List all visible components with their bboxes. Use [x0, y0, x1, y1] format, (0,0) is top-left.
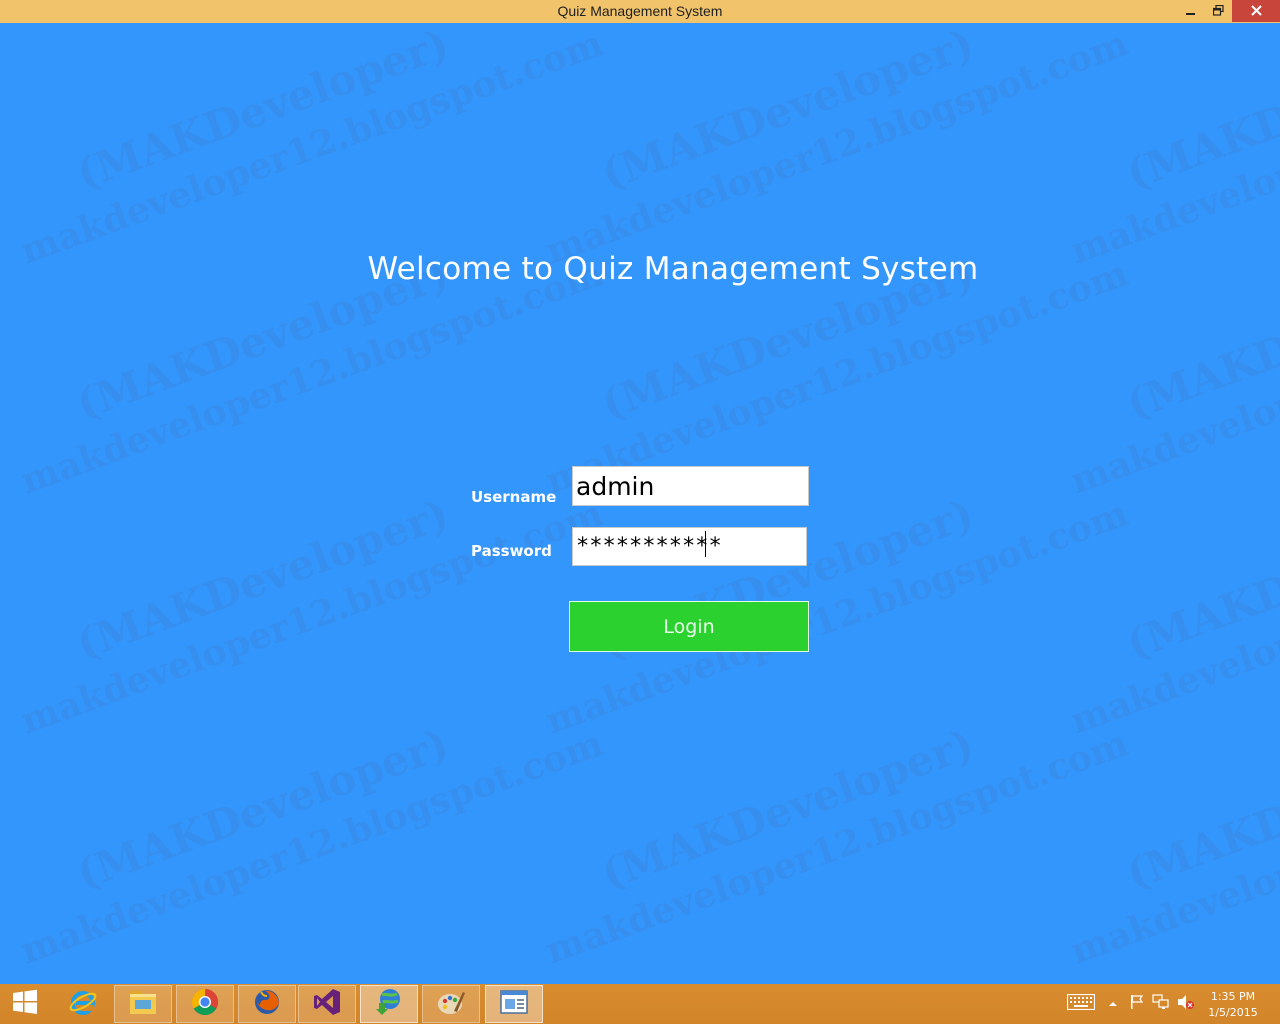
- welcome-heading: Welcome to Quiz Management System: [367, 251, 979, 287]
- internet-explorer-icon: [68, 987, 98, 1022]
- taskbar: 1:35 PM 1/5/2015: [0, 984, 1280, 1024]
- show-hidden-icons-button[interactable]: [1106, 994, 1120, 1014]
- chevron-up-icon: [1108, 995, 1118, 1013]
- text-caret: [705, 531, 706, 557]
- windows-logo-icon: [12, 989, 38, 1020]
- network-icon: [1152, 993, 1170, 1015]
- action-center-button[interactable]: [1128, 994, 1146, 1014]
- watermark-text: (MAKDeveloper): [1120, 23, 1280, 200]
- taskbar-item-internet-explorer[interactable]: [54, 985, 112, 1023]
- watermark-text: (MAKDeveloper): [70, 23, 455, 200]
- watermark-text: (MAKDeveloper): [1120, 719, 1280, 900]
- watermark-text: makdeveloper12.blogspot.com: [1065, 23, 1280, 273]
- password-input[interactable]: [572, 527, 807, 566]
- volume-muted-icon: [1177, 994, 1195, 1015]
- taskbar-item-firefox[interactable]: [238, 985, 296, 1023]
- watermark-text: makdeveloper12.blogspot.com: [540, 722, 1134, 973]
- login-form-area: (MAKDeveloper) makdeveloper12.blogspot.c…: [0, 23, 1280, 984]
- touch-keyboard-button[interactable]: [1066, 993, 1096, 1015]
- taskbar-item-file-explorer[interactable]: [114, 985, 172, 1023]
- watermark-text: (MAKDeveloper): [70, 489, 455, 670]
- watermark-text: (MAKDeveloper): [70, 719, 455, 900]
- start-button[interactable]: [0, 985, 50, 1023]
- firefox-icon: [252, 987, 282, 1022]
- taskbar-item-visual-studio[interactable]: [298, 985, 356, 1023]
- taskbar-clock[interactable]: 1:35 PM 1/5/2015: [1198, 989, 1268, 1021]
- taskbar-item-chrome[interactable]: [176, 985, 234, 1023]
- volume-button[interactable]: [1176, 994, 1196, 1014]
- minimize-icon: [1186, 3, 1196, 19]
- paint-icon: [436, 987, 466, 1022]
- network-button[interactable]: [1151, 993, 1171, 1015]
- watermark-text: makdeveloper12.blogspot.com: [1065, 492, 1280, 743]
- login-button[interactable]: Login: [569, 601, 809, 652]
- watermark-text: makdeveloper12.blogspot.com: [540, 252, 1134, 503]
- taskbar-item-internet-download-manager[interactable]: [360, 985, 418, 1023]
- internet-download-manager-icon: [373, 987, 405, 1022]
- watermark-text: makdeveloper12.blogspot.com: [1065, 252, 1280, 503]
- taskbar-item-paint[interactable]: [422, 985, 480, 1023]
- username-label: Username: [471, 488, 557, 506]
- keyboard-icon: [1066, 993, 1096, 1015]
- watermark-text: makdeveloper12.blogspot.com: [15, 252, 609, 503]
- flag-icon: [1130, 994, 1144, 1015]
- close-icon: [1250, 3, 1262, 19]
- watermark-text: makdeveloper12.blogspot.com: [1065, 722, 1280, 973]
- quiz-app-icon: [499, 988, 529, 1021]
- clock-date: 1/5/2015: [1208, 1006, 1258, 1019]
- watermark-text: makdeveloper12.blogspot.com: [15, 722, 609, 973]
- restore-button[interactable]: [1205, 0, 1231, 22]
- watermark-text: makdeveloper12.blogspot.com: [540, 23, 1134, 273]
- watermark-text: makdeveloper12.blogspot.com: [15, 492, 609, 743]
- visual-studio-icon: [312, 987, 342, 1022]
- watermark-text: (MAKDeveloper): [1120, 489, 1280, 670]
- window-title: Quiz Management System: [557, 3, 723, 19]
- clock-time: 1:35 PM: [1210, 990, 1256, 1003]
- restore-icon: [1212, 3, 1224, 19]
- password-label: Password: [471, 542, 552, 560]
- chrome-icon: [190, 987, 220, 1022]
- taskbar-item-quiz-app[interactable]: [485, 985, 543, 1023]
- watermark-text: (MAKDeveloper): [595, 719, 980, 900]
- watermark-text: (MAKDeveloper): [595, 23, 980, 200]
- minimize-button[interactable]: [1178, 0, 1204, 22]
- file-explorer-icon: [128, 988, 158, 1021]
- window-titlebar[interactable]: Quiz Management System: [0, 0, 1280, 23]
- close-button[interactable]: [1232, 0, 1280, 22]
- watermark-text: makdeveloper12.blogspot.com: [15, 23, 609, 273]
- username-input[interactable]: [572, 466, 809, 506]
